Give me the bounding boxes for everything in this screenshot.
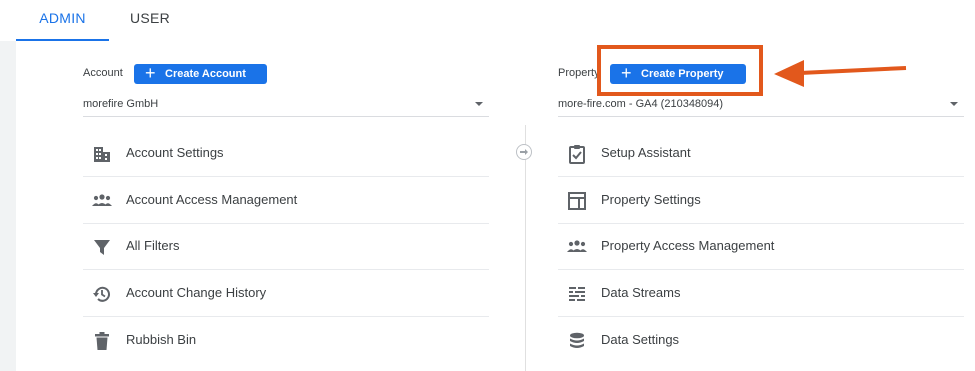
annotation-arrow-icon xyxy=(774,60,907,87)
create-account-button[interactable]: + Create Account xyxy=(134,64,267,84)
tab-user[interactable]: USER xyxy=(115,0,185,41)
trash-icon xyxy=(95,332,109,350)
property-selector[interactable]: more-fire.com - GA4 (210348094) xyxy=(558,92,964,117)
people-icon xyxy=(92,194,112,206)
tab-admin[interactable]: ADMIN xyxy=(16,0,109,41)
account-selector[interactable]: morefire GmbH xyxy=(83,92,489,117)
all-filters-label: All Filters xyxy=(126,238,180,253)
column-link-arrow-icon xyxy=(516,144,532,160)
account-access-management-item[interactable]: Account Access Management xyxy=(83,177,489,224)
data-streams-label: Data Streams xyxy=(601,285,681,300)
plus-icon: + xyxy=(145,63,156,83)
all-filters-item[interactable]: All Filters xyxy=(83,223,489,270)
people-icon xyxy=(567,240,587,252)
rubbish-bin-label: Rubbish Bin xyxy=(126,332,197,347)
create-account-label: Create Account xyxy=(165,68,246,80)
admin-tabs-bar: ADMIN USER xyxy=(0,0,975,41)
setup-assistant-label: Setup Assistant xyxy=(601,145,691,160)
streams-icon xyxy=(569,287,585,301)
account-settings-item[interactable]: Account Settings xyxy=(83,130,489,177)
history-icon xyxy=(93,286,110,302)
building-icon xyxy=(94,147,110,162)
dropdown-caret-icon xyxy=(475,102,483,106)
property-settings-item[interactable]: Property Settings xyxy=(558,177,964,224)
property-access-management-item[interactable]: Property Access Management xyxy=(558,223,964,270)
arrow-right-icon xyxy=(520,149,528,155)
dropdown-caret-icon xyxy=(950,102,958,106)
column-divider xyxy=(525,125,526,371)
property-settings-label: Property Settings xyxy=(601,192,701,207)
property-column-label: Property xyxy=(558,67,600,79)
property-access-management-label: Property Access Management xyxy=(601,238,775,253)
account-column-label: Account xyxy=(83,67,123,79)
account-change-history-label: Account Change History xyxy=(126,285,267,300)
layout-icon xyxy=(568,192,586,210)
data-settings-item[interactable]: Data Settings xyxy=(558,317,964,363)
database-icon xyxy=(570,332,584,348)
setup-assistant-item[interactable]: Setup Assistant xyxy=(558,130,964,177)
account-change-history-item[interactable]: Account Change History xyxy=(83,270,489,317)
annotation-highlight-box xyxy=(597,45,763,96)
property-selected-value: more-fire.com - GA4 (210348094) xyxy=(558,98,724,110)
data-settings-label: Data Settings xyxy=(601,332,680,347)
checklist-icon xyxy=(569,145,585,164)
account-settings-label: Account Settings xyxy=(126,145,224,160)
rubbish-bin-item[interactable]: Rubbish Bin xyxy=(83,317,489,363)
account-access-management-label: Account Access Management xyxy=(126,192,298,207)
account-selected-value: morefire GmbH xyxy=(83,98,159,110)
data-streams-item[interactable]: Data Streams xyxy=(558,270,964,317)
filter-icon xyxy=(94,240,110,255)
